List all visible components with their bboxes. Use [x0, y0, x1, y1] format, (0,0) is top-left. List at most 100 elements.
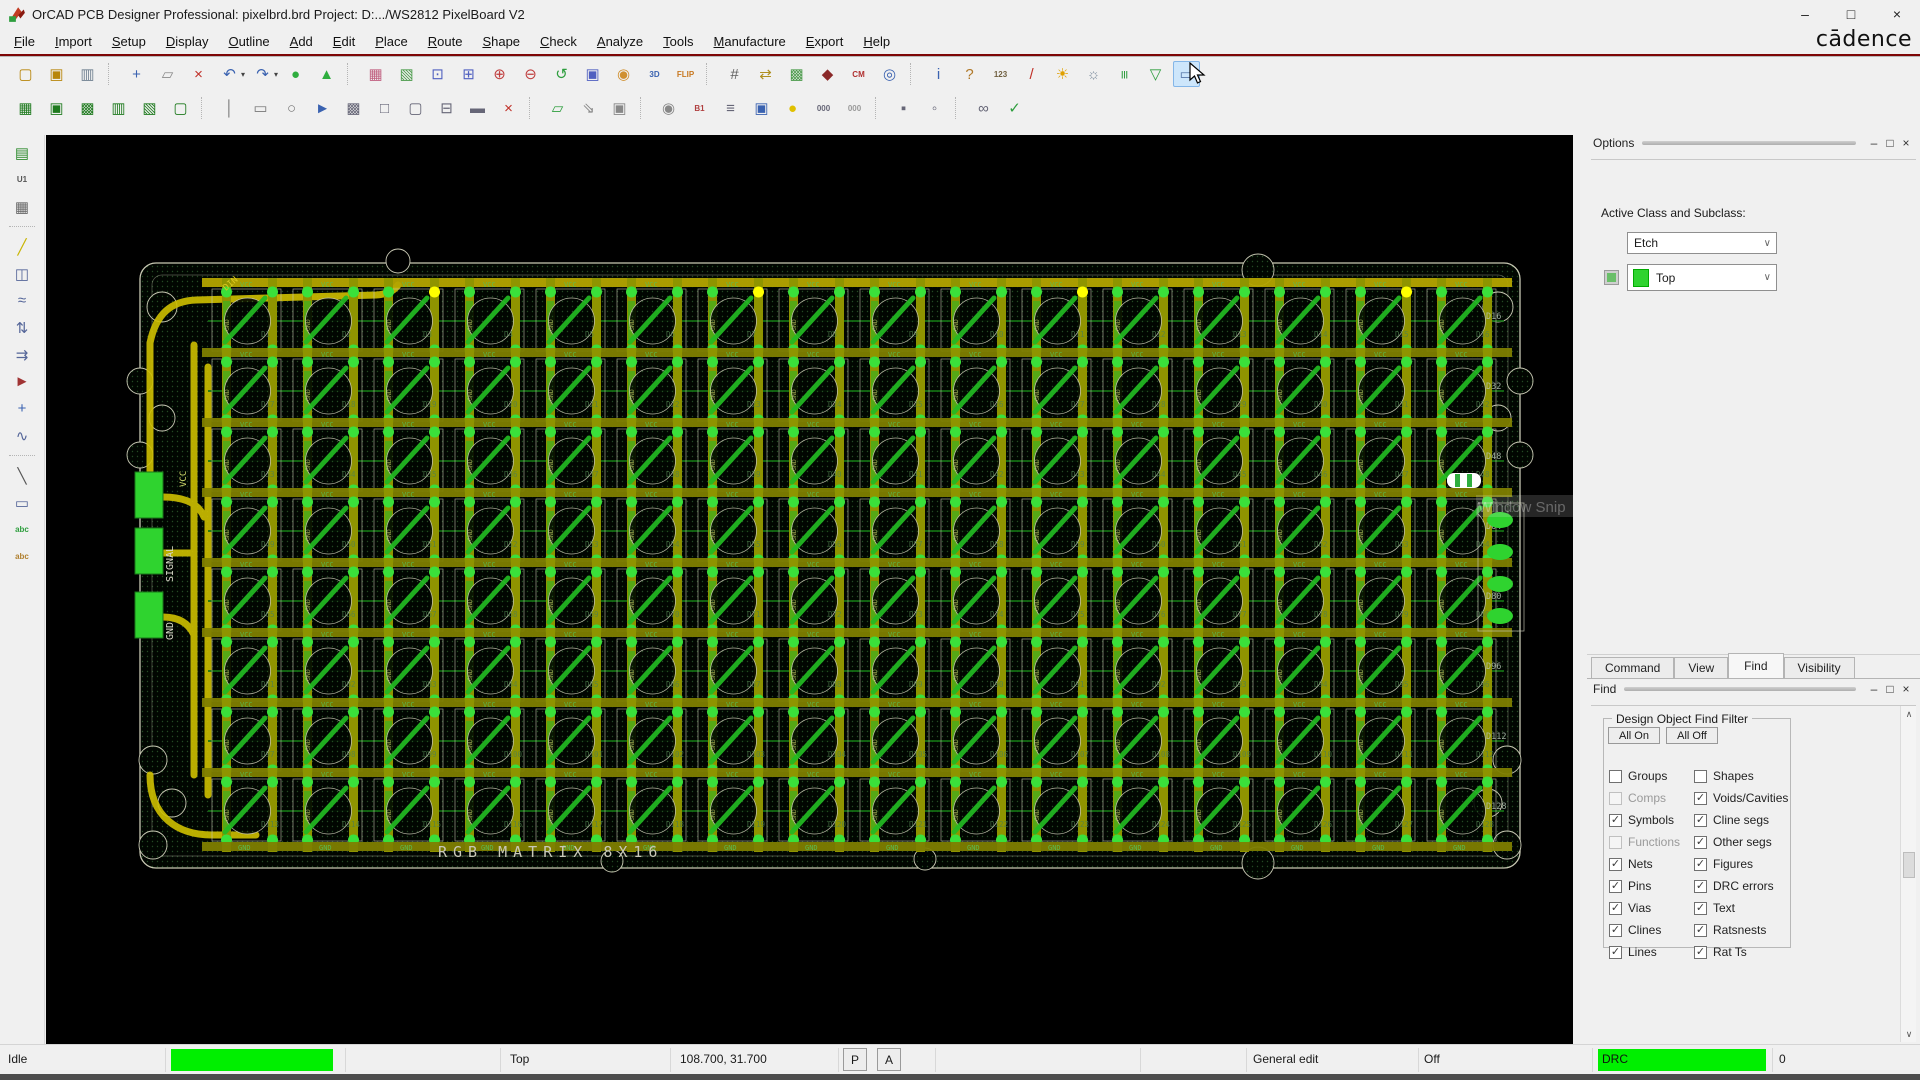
checkbox[interactable]: ✓	[1694, 880, 1707, 893]
class-color-swatch[interactable]	[1605, 271, 1618, 284]
tab-command[interactable]: Command	[1591, 657, 1674, 678]
find-filter-comps[interactable]: Comps	[1609, 790, 1666, 806]
find-filter-other-segs[interactable]: ✓Other segs	[1694, 834, 1772, 850]
check-plus-icon[interactable]: ✓	[1001, 95, 1028, 121]
visibility-shell-icon[interactable]: ◆	[814, 61, 841, 87]
find-filter-rat-ts[interactable]: ✓Rat Ts	[1694, 944, 1747, 960]
class-dropdown[interactable]: Etch ∨	[1627, 232, 1777, 254]
tab-view[interactable]: View	[1674, 657, 1728, 678]
zoom-out-icon[interactable]: ⊖	[517, 61, 544, 87]
find-minimize-icon[interactable]: –	[1866, 682, 1882, 696]
circle-tool-icon[interactable]: ○	[278, 95, 305, 121]
redo-icon[interactable]: ↷	[249, 61, 276, 87]
minimize-button[interactable]: –	[1782, 0, 1828, 28]
color-edit-icon[interactable]: /	[1018, 61, 1045, 87]
menu-help[interactable]: Help	[853, 31, 900, 52]
checkbox[interactable]: ✓	[1609, 902, 1622, 915]
show-element-icon[interactable]: i	[925, 61, 952, 87]
scroll-thumb[interactable]	[1903, 852, 1915, 878]
save-drawing-icon[interactable]: ▥	[74, 61, 101, 87]
edit-text-icon[interactable]: abc	[8, 544, 36, 569]
fix-icon[interactable]: ●	[282, 61, 309, 87]
checkbox[interactable]: ✓	[1694, 946, 1707, 959]
view-3d-icon[interactable]: 3D	[641, 61, 668, 87]
menu-import[interactable]: Import	[45, 31, 102, 52]
find-close-icon[interactable]: ×	[1898, 682, 1914, 696]
tab-find[interactable]: Find	[1728, 653, 1783, 679]
spread-icon[interactable]: ⇉	[8, 342, 36, 367]
checkbox[interactable]: ✓	[1694, 902, 1707, 915]
all-on-button[interactable]: All On	[1608, 727, 1660, 744]
padstack-icon[interactable]: 000	[810, 95, 837, 121]
constraint-manager-icon[interactable]: CM	[845, 61, 872, 87]
slide-icon[interactable]: ⇅	[8, 315, 36, 340]
rectangle-icon[interactable]: ▭	[8, 490, 36, 515]
checkbox[interactable]: ✓	[1694, 792, 1707, 805]
static-shape-icon[interactable]: □	[371, 95, 398, 121]
probe-icon[interactable]: ◉	[655, 95, 682, 121]
fanout-icon[interactable]: +	[8, 396, 36, 421]
unrats-icon[interactable]: ▧	[393, 61, 420, 87]
shape-select-icon[interactable]: ▥	[105, 95, 132, 121]
checkbox[interactable]	[1694, 770, 1707, 783]
find-filter-voids-cavities[interactable]: ✓Voids/Cavities	[1694, 790, 1788, 806]
checkbox[interactable]: ✓	[1694, 858, 1707, 871]
color-priority-icon[interactable]: ▩	[783, 61, 810, 87]
add-connect-icon[interactable]: ╱	[8, 234, 36, 259]
delay-tune-icon[interactable]: ◫	[8, 261, 36, 286]
maximize-button[interactable]: □	[1828, 0, 1874, 28]
line-icon[interactable]: ╲	[8, 463, 36, 488]
export-page-icon[interactable]: ▱	[544, 95, 571, 121]
find-scrollbar[interactable]: ∧ ∨	[1900, 706, 1916, 1042]
menu-setup[interactable]: Setup	[102, 31, 156, 52]
shape-polygon-icon[interactable]: ▦	[12, 95, 39, 121]
tab-visibility[interactable]: Visibility	[1784, 657, 1855, 678]
pcb-canvas[interactable]: VCCGNDD1VCCGNDD2VCCGNDD3VCCGNDD4VCCGNDD5…	[46, 135, 1573, 1044]
find-filter-nets[interactable]: ✓Nets	[1609, 856, 1653, 872]
scroll-down-icon[interactable]: ∨	[1901, 1026, 1917, 1042]
pick-button[interactable]: P	[843, 1048, 867, 1071]
copy-icon[interactable]: ▱	[154, 61, 181, 87]
close-button[interactable]: ×	[1874, 0, 1920, 28]
options-panel-grip[interactable]	[1642, 141, 1856, 145]
shape-void-icon[interactable]: ▧	[136, 95, 163, 121]
shaded-shape-icon[interactable]: ▩	[340, 95, 367, 121]
connector-icon[interactable]: ▦	[8, 194, 36, 219]
menu-add[interactable]: Add	[280, 31, 323, 52]
zoom-previous-icon[interactable]: ↺	[548, 61, 575, 87]
checkbox[interactable]: ✓	[1694, 814, 1707, 827]
select-shape-icon[interactable]: ►	[309, 95, 336, 121]
zoom-world-icon[interactable]: ◉	[610, 61, 637, 87]
menu-shape[interactable]: Shape	[472, 31, 530, 52]
move-icon[interactable]: +	[123, 61, 150, 87]
find-filter-lines[interactable]: ✓Lines	[1609, 944, 1657, 960]
paste-special-icon[interactable]: ▣	[606, 95, 633, 121]
find-filter-functions[interactable]: Functions	[1609, 834, 1680, 850]
place-pin-icon[interactable]: │	[216, 95, 243, 121]
menu-outline[interactable]: Outline	[218, 31, 279, 52]
menu-export[interactable]: Export	[796, 31, 854, 52]
find-filter-groups[interactable]: Groups	[1609, 768, 1667, 784]
filter-icon[interactable]: ▽	[1142, 61, 1169, 87]
rename-refdes-icon[interactable]: B1	[686, 95, 713, 121]
menu-place[interactable]: Place	[365, 31, 418, 52]
unfix-icon[interactable]: ▲	[313, 61, 340, 87]
zoom-fit-icon[interactable]: ⊞	[455, 61, 482, 87]
find-float-icon[interactable]: □	[1882, 682, 1898, 696]
menu-check[interactable]: Check	[530, 31, 587, 52]
find-filter-figures[interactable]: ✓Figures	[1694, 856, 1753, 872]
menu-edit[interactable]: Edit	[323, 31, 365, 52]
dynamic-shape-icon[interactable]: ▢	[402, 95, 429, 121]
swap-layers-icon[interactable]: ⇄	[752, 61, 779, 87]
undo-icon[interactable]: ↶	[216, 61, 243, 87]
find-filter-clines[interactable]: ✓Clines	[1609, 922, 1661, 938]
menu-analyze[interactable]: Analyze	[587, 31, 653, 52]
menu-manufacture[interactable]: Manufacture	[704, 31, 796, 52]
checkbox[interactable]: ✓	[1609, 858, 1622, 871]
zoom-in-icon[interactable]: ⊕	[486, 61, 513, 87]
find-filter-text[interactable]: ✓Text	[1694, 900, 1735, 916]
align-h-icon[interactable]: ▪	[890, 95, 917, 121]
all-off-button[interactable]: All Off	[1666, 727, 1718, 744]
options-close-icon[interactable]: ×	[1898, 136, 1914, 150]
show-dimensions-icon[interactable]: 123	[987, 61, 1014, 87]
